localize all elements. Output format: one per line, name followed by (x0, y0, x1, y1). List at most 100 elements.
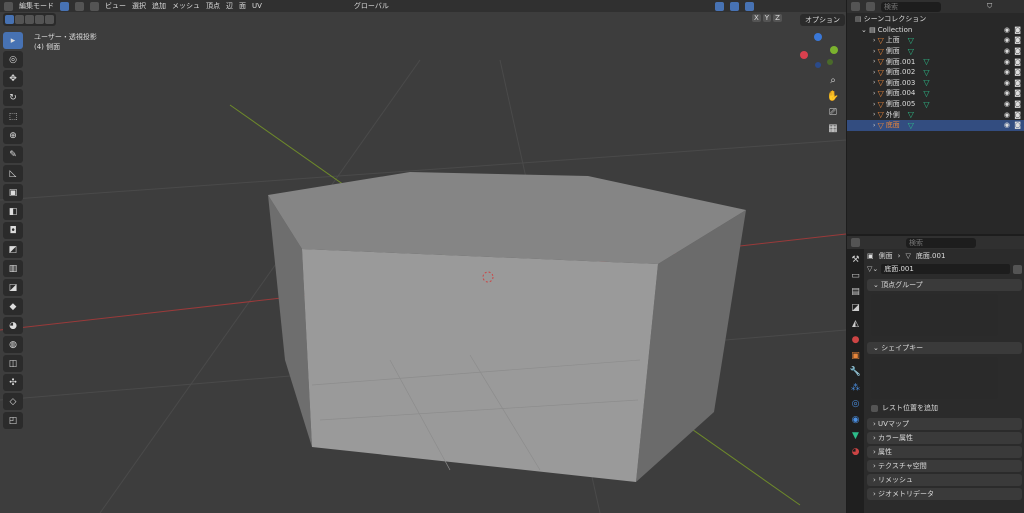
fake-user-button[interactable] (1013, 264, 1022, 274)
camera-icon[interactable]: ◙ (1014, 26, 1021, 34)
shape-keys-panel[interactable]: ⌄ シェイプキー (867, 342, 1022, 354)
add-cube-icon[interactable]: ▣ (3, 184, 23, 201)
camera-icon[interactable]: ◙ (1014, 58, 1021, 66)
zoom-icon[interactable]: ⌕ (826, 75, 840, 88)
camera-icon[interactable]: ◙ (1014, 36, 1021, 44)
eye-icon[interactable]: ◉ (1004, 121, 1010, 129)
grid-icon[interactable]: ▦ (826, 123, 840, 136)
select-subtract-button[interactable] (25, 15, 34, 24)
object-tab-icon[interactable]: ▣ (851, 351, 860, 363)
inset-icon[interactable]: ◘ (3, 222, 23, 239)
face-select-button[interactable] (90, 1, 99, 11)
select-invert-button[interactable] (35, 15, 44, 24)
scene-collection[interactable]: ▤ シーンコレクション (847, 14, 1024, 25)
transform-orientation-select[interactable]: グローバル (354, 1, 389, 11)
rest-position-checkbox[interactable] (871, 404, 878, 412)
menu-add[interactable]: 追加 (152, 1, 166, 11)
camera-icon[interactable]: ◙ (1014, 47, 1021, 55)
hand-icon[interactable]: ✋ (826, 91, 840, 104)
scale-icon[interactable]: ⬚ (3, 108, 23, 125)
front-face[interactable] (302, 249, 658, 482)
eye-icon[interactable]: ◉ (1004, 58, 1010, 66)
camera-icon[interactable]: ◙ (1014, 100, 1021, 108)
collapsed-panel[interactable]: › UVマップ (867, 418, 1022, 430)
eye-icon[interactable]: ◉ (1004, 47, 1010, 55)
top-face[interactable] (268, 172, 746, 264)
eye-icon[interactable]: ◉ (1004, 79, 1010, 87)
collapsed-panel[interactable]: › ジオメトリデータ (867, 488, 1022, 500)
camera-icon[interactable]: ◙ (1014, 68, 1021, 76)
mirror-x[interactable]: X (752, 14, 761, 22)
overlay-button[interactable] (714, 1, 724, 11)
collapsed-panel[interactable]: › 属性 (867, 446, 1022, 458)
properties-search-input[interactable]: 検索 (906, 237, 976, 248)
outliner-item[interactable]: › ▽ 上面 ▽ ◉ ◙ (847, 35, 1024, 46)
output-tab-icon[interactable]: ▤ (851, 287, 860, 299)
shape-keys-list[interactable] (871, 357, 998, 399)
mesh-data-tab-icon[interactable]: ▼ (852, 431, 859, 443)
spin-icon[interactable]: ◕ (3, 317, 23, 334)
select-extend-button[interactable] (15, 15, 24, 24)
rip-icon[interactable]: ◰ (3, 412, 23, 429)
eye-icon[interactable]: ◉ (1004, 111, 1010, 119)
scene-tab-icon[interactable]: ◭ (852, 319, 859, 331)
mesh-name-field[interactable]: 底面.001 (881, 264, 1010, 274)
display-mode-button[interactable] (866, 2, 875, 11)
particles-tab-icon[interactable]: ⁂ (851, 383, 860, 395)
cursor-icon[interactable]: ◎ (3, 51, 23, 68)
view-layer-tab-icon[interactable]: ◪ (851, 303, 860, 315)
shear-icon[interactable]: ◇ (3, 393, 23, 410)
mesh-browse-icon[interactable]: ▽⌄ (867, 265, 878, 273)
eye-icon[interactable]: ◉ (1004, 100, 1010, 108)
physics-tab-icon[interactable]: ◎ (852, 399, 860, 411)
outliner-editor-button[interactable] (851, 2, 860, 11)
camera-icon[interactable]: ◙ (1014, 89, 1021, 97)
modifier-tab-icon[interactable]: 🔧 (850, 367, 861, 379)
xray-button[interactable] (729, 1, 739, 11)
rotate-icon[interactable]: ↻ (3, 89, 23, 106)
collapsed-panel[interactable]: › リメッシュ (867, 474, 1022, 486)
editor-type-button[interactable] (4, 1, 13, 11)
annotate-icon[interactable]: ✎ (3, 146, 23, 163)
outliner-item[interactable]: › ▽ 底面 ▽ ◉ ◙ (847, 119, 1024, 131)
edge-slide-icon[interactable]: ◫ (3, 355, 23, 372)
knife-icon[interactable]: ◪ (3, 279, 23, 296)
loop-cut-icon[interactable]: ▥ (3, 260, 23, 277)
outliner-item[interactable]: › ▽ 側面.005 ▽ ◉ ◙ (847, 99, 1024, 110)
menu-vertex[interactable]: 頂点 (206, 1, 220, 11)
mode-select[interactable]: 編集モード (19, 1, 54, 11)
camera-icon[interactable]: ◙ (1014, 79, 1021, 87)
edge-select-button[interactable] (75, 1, 84, 11)
poly-build-icon[interactable]: ◆ (3, 298, 23, 315)
eye-icon[interactable]: ◉ (1004, 89, 1010, 97)
outliner-search-input[interactable]: 検索 (881, 1, 941, 12)
measure-icon[interactable]: ◺ (3, 165, 23, 182)
menu-face[interactable]: 面 (239, 1, 246, 11)
eye-icon[interactable]: ◉ (1004, 26, 1010, 34)
eye-icon[interactable]: ◉ (1004, 36, 1010, 44)
tool-tab-icon[interactable]: ⚒ (851, 255, 859, 267)
collapsed-panel[interactable]: › テクスチャ空間 (867, 460, 1022, 472)
properties-editor-button[interactable] (851, 238, 860, 247)
camera-icon[interactable]: ◙ (1014, 121, 1021, 129)
outliner-item[interactable]: › ▽ 外側 ▽ ◉ ◙ (847, 109, 1024, 120)
mirror-y[interactable]: Y (762, 14, 772, 22)
eye-icon[interactable]: ◉ (1004, 68, 1010, 76)
menu-mesh[interactable]: メッシュ (172, 1, 200, 11)
3d-viewport[interactable]: 編集モード ビュー 選択 追加 メッシュ 頂点 辺 面 UV グローバル XYZ… (0, 0, 846, 513)
vertex-groups-panel[interactable]: ⌄ 頂点グループ (867, 279, 1022, 291)
menu-edge[interactable]: 辺 (226, 1, 233, 11)
shrink-icon[interactable]: ✣ (3, 374, 23, 391)
options-dropdown[interactable]: オプション (800, 14, 845, 26)
solid-shading-button[interactable] (744, 1, 754, 11)
menu-select[interactable]: 選択 (132, 1, 146, 11)
world-tab-icon[interactable]: ● (852, 335, 860, 347)
outliner-item[interactable]: › ▽ 側面.002 ▽ ◉ ◙ (847, 67, 1024, 78)
menu-view[interactable]: ビュー (105, 1, 126, 11)
render-tab-icon[interactable]: ▭ (851, 271, 860, 283)
move-icon[interactable]: ✥ (3, 70, 23, 87)
outliner-item[interactable]: › ▽ 側面.004 ▽ ◉ ◙ (847, 88, 1024, 99)
select-intersect-button[interactable] (45, 15, 54, 24)
extrude-icon[interactable]: ◧ (3, 203, 23, 220)
camera-icon[interactable]: ◙ (1014, 111, 1021, 119)
